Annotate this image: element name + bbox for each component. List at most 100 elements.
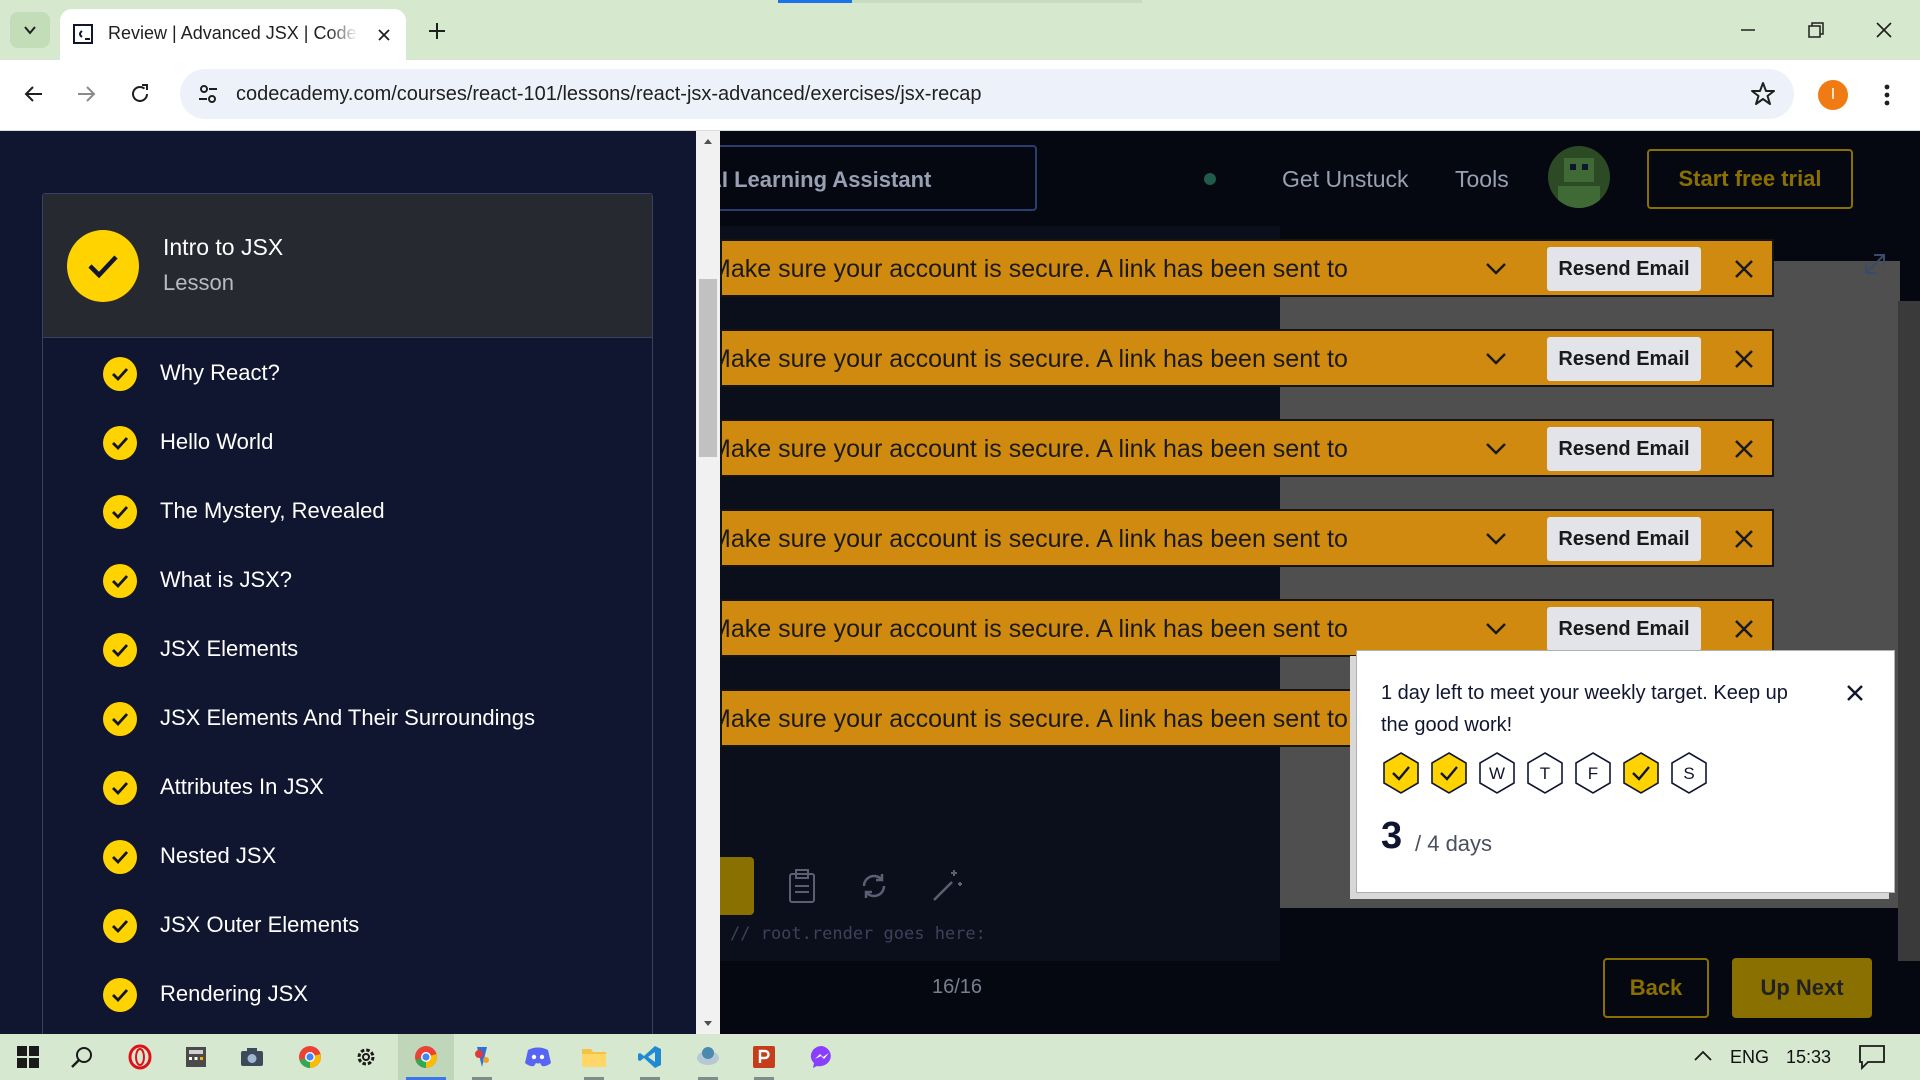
exercise-item[interactable]: JSX Elements — [43, 614, 652, 683]
user-avatar[interactable] — [1548, 146, 1610, 208]
start-free-trial-button[interactable]: Start free trial — [1647, 149, 1853, 209]
taskbar-file-explorer[interactable] — [566, 1034, 622, 1080]
profile-avatar[interactable]: I — [1818, 80, 1848, 110]
chevron-up-icon[interactable] — [1692, 1048, 1714, 1064]
banner-message: Make sure your account is secure. A link… — [720, 705, 1348, 733]
taskbar-discord[interactable] — [510, 1034, 566, 1080]
resend-email-button[interactable]: Resend Email — [1547, 247, 1701, 291]
chevron-down-icon[interactable] — [1482, 435, 1510, 463]
notification-icon[interactable] — [1858, 1044, 1886, 1070]
close-icon[interactable] — [1730, 435, 1758, 463]
new-tab-button[interactable] — [422, 16, 452, 46]
address-bar[interactable]: codecademy.com/courses/react-101/lessons… — [180, 69, 1794, 119]
taskbar-powerpoint[interactable] — [736, 1034, 792, 1080]
exercise-item[interactable]: Rendering JSX — [43, 959, 652, 1028]
exercise-label: Rendering JSX — [160, 981, 308, 1006]
powerpoint-icon — [753, 1046, 775, 1068]
close-icon[interactable] — [1730, 615, 1758, 643]
avatar-pixel-icon — [1558, 158, 1600, 208]
close-icon — [378, 29, 390, 41]
tab-search-button[interactable] — [10, 12, 50, 48]
messenger-icon — [810, 1045, 831, 1068]
chevron-down-icon[interactable] — [1482, 615, 1510, 643]
tab-close-button[interactable] — [372, 23, 396, 47]
run-button[interactable] — [720, 857, 754, 915]
taskbar-opera[interactable] — [112, 1034, 168, 1080]
resend-email-button[interactable]: Resend Email — [1547, 427, 1701, 471]
browser-tab[interactable]: Review | Advanced JSX | Codecademy — [60, 9, 406, 60]
close-icon[interactable] — [1730, 345, 1758, 373]
status-dot — [1204, 173, 1216, 185]
up-next-button[interactable]: Up Next — [1732, 958, 1872, 1018]
lesson-header[interactable]: Intro to JSX Lesson — [43, 194, 652, 338]
input-language[interactable]: ENG — [1730, 1047, 1769, 1068]
taskbar-messenger[interactable] — [794, 1034, 850, 1080]
exercise-item[interactable]: Hello World — [43, 407, 652, 476]
taskbar-chrome[interactable] — [282, 1034, 338, 1080]
bookmark-star-icon[interactable] — [1750, 81, 1776, 107]
taskbar-vscode[interactable] — [622, 1034, 678, 1080]
exercise-item[interactable]: Attributes In JSX — [43, 752, 652, 821]
day-label: W — [1489, 764, 1505, 783]
day-pending-hexagon: T — [1527, 752, 1563, 794]
chrome-icon — [415, 1046, 437, 1068]
search-button[interactable] — [54, 1034, 110, 1080]
reload-button[interactable] — [122, 76, 158, 112]
close-icon[interactable] — [1841, 679, 1869, 707]
forward-nav-button[interactable] — [68, 76, 104, 112]
get-unstuck-link[interactable]: Get Unstuck — [1282, 166, 1409, 193]
taskbar-settings[interactable] — [338, 1034, 394, 1080]
discord-icon — [525, 1047, 551, 1067]
tools-link[interactable]: Tools — [1455, 166, 1509, 193]
preview-scrollbar[interactable] — [1898, 301, 1920, 961]
exercise-item[interactable]: JSX Outer Elements — [43, 890, 652, 959]
resend-email-button[interactable]: Resend Email — [1547, 607, 1701, 651]
minimize-button[interactable] — [1726, 12, 1770, 48]
exercise-item[interactable]: Nested JSX — [43, 821, 652, 890]
url-text[interactable]: codecademy.com/courses/react-101/lessons… — [236, 83, 982, 106]
site-info-button[interactable] — [194, 80, 222, 108]
resend-email-button[interactable]: Resend Email — [1547, 517, 1701, 561]
scrollbar-thumb[interactable] — [699, 279, 717, 457]
scroll-down-arrow-icon[interactable] — [696, 1014, 720, 1034]
taskbar-camera[interactable] — [224, 1034, 280, 1080]
magic-wand-icon[interactable] — [926, 866, 966, 906]
exercise-item[interactable]: The Mystery, Revealed — [43, 476, 652, 545]
scroll-up-arrow-icon[interactable] — [696, 131, 720, 151]
chevron-down-icon[interactable] — [1482, 255, 1510, 283]
exercise-label: What is JSX? — [160, 567, 293, 592]
chevron-down-icon[interactable] — [1482, 525, 1510, 553]
sidebar-scrollbar[interactable] — [696, 131, 720, 1034]
verify-email-banner: Make sure your account is secure. A link… — [720, 329, 1774, 387]
verify-email-banner: Make sure your account is secure. A link… — [720, 599, 1774, 657]
check-circle-icon — [103, 426, 137, 460]
expand-icon[interactable] — [1860, 249, 1890, 279]
resend-email-button[interactable]: Resend Email — [1547, 337, 1701, 381]
exercise-item[interactable]: What is JSX? — [43, 545, 652, 614]
taskbar-chrome-active[interactable] — [398, 1034, 454, 1080]
taskbar-calculator[interactable] — [168, 1034, 224, 1080]
lesson-title: Intro to JSX — [163, 234, 284, 260]
taskbar-app-2[interactable] — [680, 1034, 736, 1080]
exercise-label: JSX Elements — [160, 636, 299, 661]
calculator-icon — [186, 1047, 206, 1067]
window-close-button[interactable] — [1862, 12, 1906, 48]
paint-app-icon — [475, 1047, 489, 1067]
clipboard-icon[interactable] — [782, 866, 822, 906]
back-button[interactable]: Back — [1603, 958, 1709, 1018]
exercise-item[interactable]: Why React? — [43, 338, 652, 407]
chevron-down-icon[interactable] — [1482, 345, 1510, 373]
close-icon[interactable] — [1730, 255, 1758, 283]
ai-assistant-label: AI Learning Assistant — [720, 167, 932, 192]
taskbar-app[interactable] — [454, 1034, 510, 1080]
clock[interactable]: 15:33 — [1786, 1047, 1831, 1068]
banner-message: Make sure your account is secure. A link… — [720, 435, 1348, 463]
reset-icon[interactable] — [854, 866, 894, 906]
browser-menu-button[interactable] — [1872, 80, 1902, 110]
back-nav-button[interactable] — [16, 76, 52, 112]
close-icon[interactable] — [1730, 525, 1758, 553]
restore-button[interactable] — [1794, 12, 1838, 48]
lesson-complete-check — [67, 230, 139, 302]
exercise-item[interactable]: JSX Elements And Their Surroundings — [43, 683, 652, 752]
start-button[interactable] — [0, 1034, 56, 1080]
